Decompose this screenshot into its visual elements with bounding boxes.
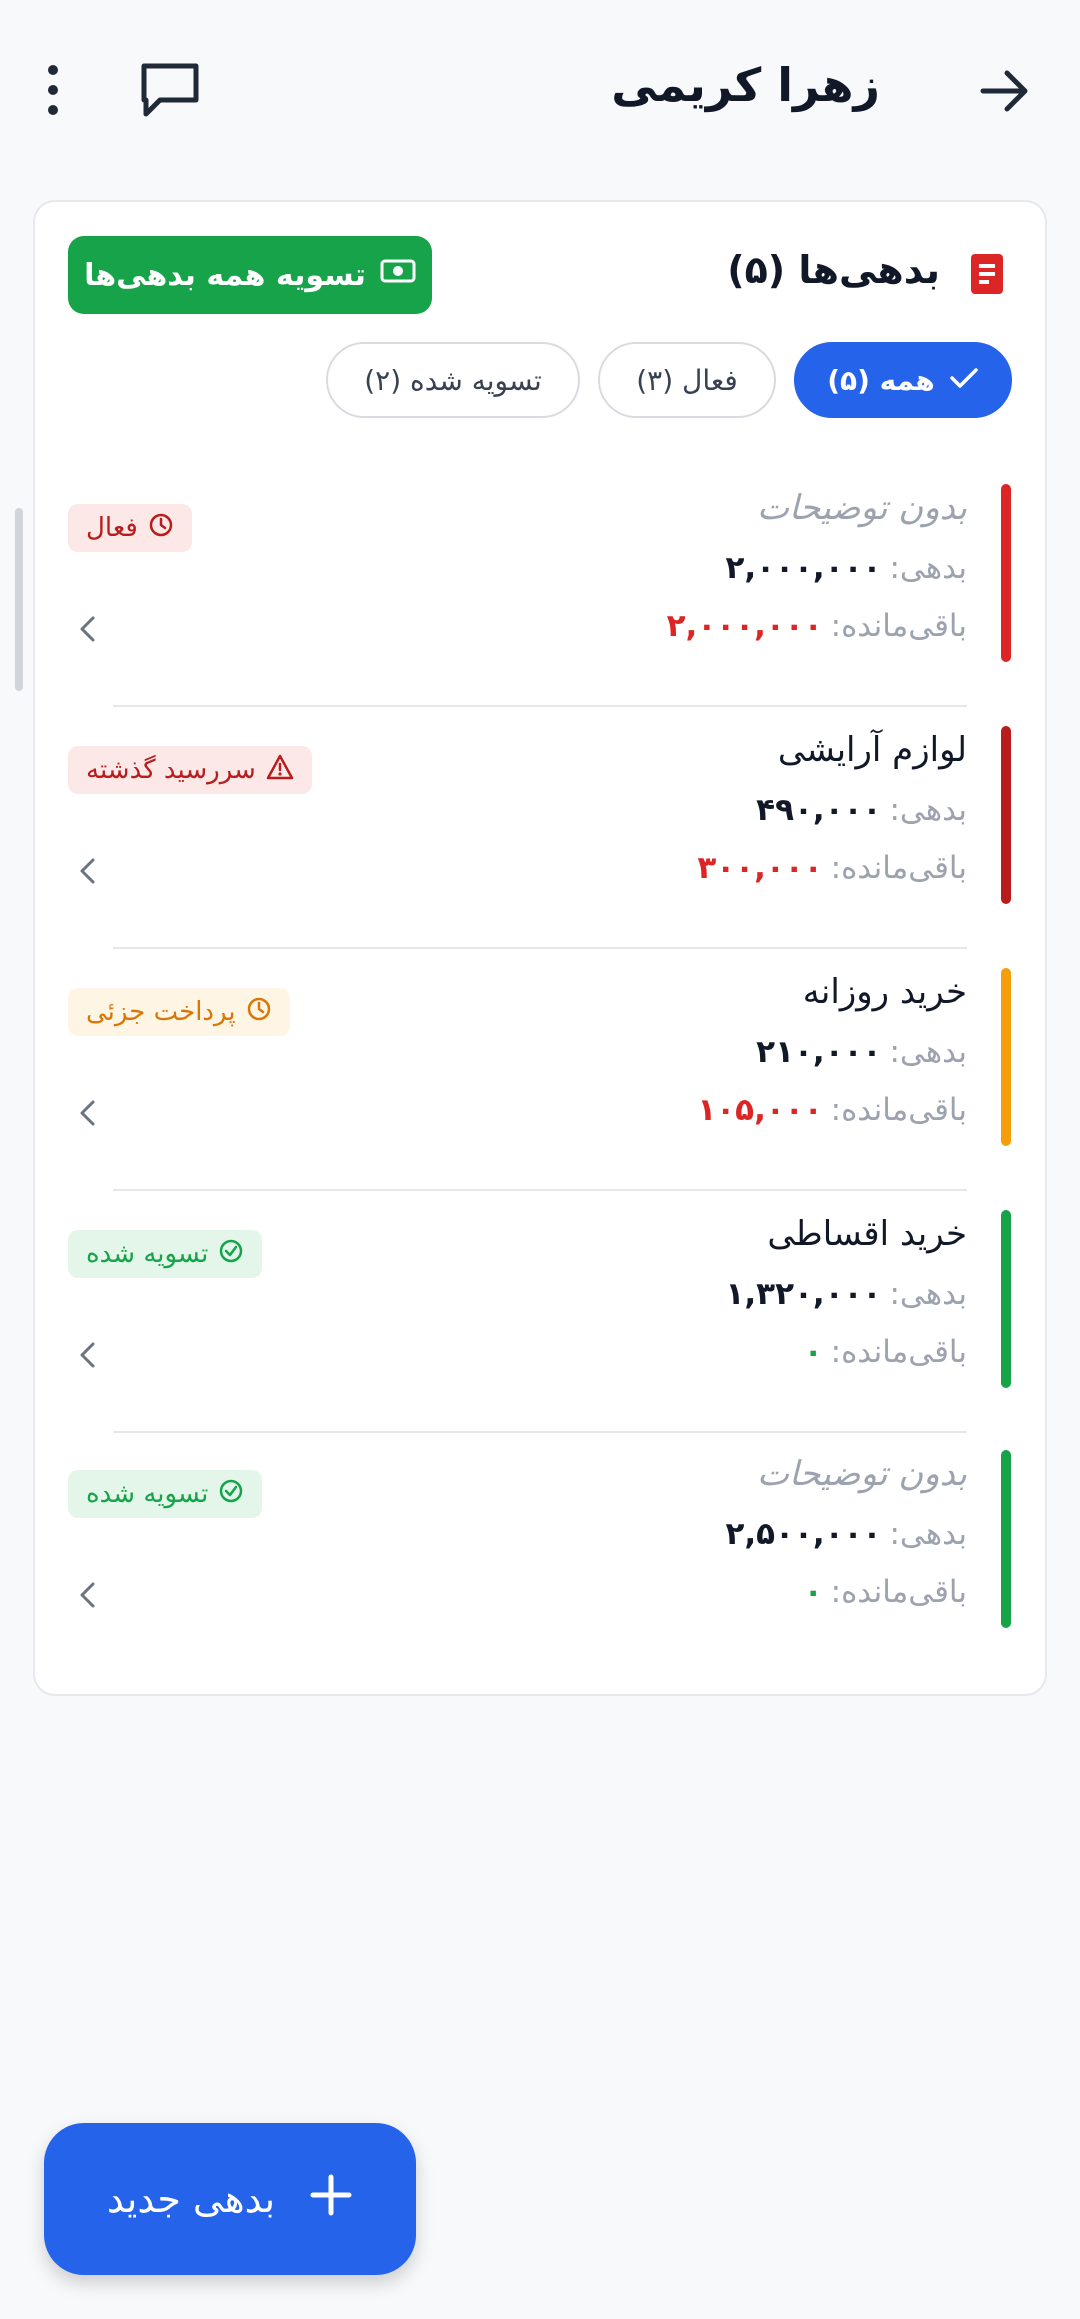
cash-icon — [380, 257, 416, 293]
debt-amount: ۲,۰۰۰,۰۰۰ — [725, 550, 882, 586]
check-circle-icon — [218, 1478, 244, 1511]
status-bar — [1001, 968, 1011, 1146]
remaining-amount: ۰ — [803, 1574, 823, 1610]
debt-description: بدون توضیحات — [757, 1454, 967, 1494]
more-vert-icon[interactable] — [36, 60, 70, 120]
back-arrow-icon[interactable] — [974, 60, 1036, 122]
remaining-amount: ۳۰۰,۰۰۰ — [697, 850, 823, 886]
debt-amount: ۴۹۰,۰۰۰ — [756, 792, 882, 828]
debt-amount-line: بدهی:۲۱۰,۰۰۰ — [756, 1034, 967, 1070]
clock-icon — [246, 996, 272, 1029]
chevron-left-icon[interactable] — [73, 1580, 103, 1610]
filter-chip-label: فعال (۳) — [636, 363, 738, 397]
new-debt-fab[interactable]: بدهی جدید — [44, 2123, 416, 2275]
status-badge: فعال — [68, 504, 192, 552]
chevron-left-icon[interactable] — [73, 1098, 103, 1128]
status-bar — [1001, 1210, 1011, 1388]
debt-label: بدهی: — [889, 792, 967, 828]
debt-description: لوازم آرایشی — [777, 730, 967, 770]
remaining-line: باقی‌مانده:۲,۰۰۰,۰۰۰ — [667, 608, 967, 644]
chevron-left-icon[interactable] — [73, 1340, 103, 1370]
remaining-label: باقی‌مانده: — [830, 850, 967, 886]
check-circle-icon — [218, 1238, 244, 1271]
status-badge: پرداخت جزئی — [68, 988, 290, 1036]
page-title: زهرا کریمی — [611, 58, 880, 112]
divider — [113, 947, 967, 949]
filter-chips: همه (۵) فعال (۳) تسویه شده (۲) — [326, 342, 1012, 418]
status-badge-label: فعال — [86, 513, 138, 543]
new-debt-label: بدهی جدید — [106, 2177, 276, 2221]
status-badge-label: تسویه شده — [86, 1479, 209, 1509]
settle-all-button[interactable]: تسویه همه بدهی‌ها — [68, 236, 432, 314]
debt-amount-line: بدهی:۱,۳۲۰,۰۰۰ — [725, 1276, 967, 1312]
debt-item[interactable]: خرید روزانه بدهی:۲۱۰,۰۰۰ باقی‌مانده:۱۰۵,… — [35, 968, 1045, 1168]
remaining-line: باقی‌مانده:۰ — [804, 1334, 967, 1370]
scrollbar[interactable] — [15, 508, 23, 691]
clock-icon — [148, 512, 174, 545]
status-badge-label: پرداخت جزئی — [86, 997, 236, 1027]
debt-item[interactable]: خرید اقساطی بدهی:۱,۳۲۰,۰۰۰ باقی‌مانده:۰ … — [35, 1210, 1045, 1410]
debt-amount: ۱,۳۲۰,۰۰۰ — [725, 1276, 882, 1312]
debt-label: بدهی: — [889, 1034, 967, 1070]
remaining-label: باقی‌مانده: — [830, 1092, 967, 1128]
debt-item[interactable]: بدون توضیحات بدهی:۲,۰۰۰,۰۰۰ باقی‌مانده:۲… — [35, 484, 1045, 684]
status-badge: سررسید گذشته — [68, 746, 312, 794]
remaining-label: باقی‌مانده: — [830, 1574, 967, 1610]
remaining-label: باقی‌مانده: — [830, 1334, 967, 1370]
debts-card: بدهی‌ها (۵) تسویه همه بدهی‌ها همه (۵) فع… — [33, 200, 1047, 1696]
divider — [113, 705, 967, 707]
status-bar — [1001, 1450, 1011, 1628]
chevron-left-icon[interactable] — [73, 614, 103, 644]
status-badge-label: تسویه شده — [86, 1239, 209, 1269]
remaining-amount: ۲,۰۰۰,۰۰۰ — [666, 608, 823, 644]
debt-label: بدهی: — [889, 550, 967, 586]
remaining-label: باقی‌مانده: — [830, 608, 967, 644]
filter-chip-label: تسویه شده (۲) — [364, 363, 542, 397]
remaining-line: باقی‌مانده:۳۰۰,۰۰۰ — [697, 850, 967, 886]
remaining-amount: ۰ — [803, 1334, 823, 1370]
debt-amount: ۲۱۰,۰۰۰ — [756, 1034, 882, 1070]
remaining-line: باقی‌مانده:۰ — [804, 1574, 967, 1610]
remaining-amount: ۱۰۵,۰۰۰ — [697, 1092, 823, 1128]
status-bar — [1001, 726, 1011, 904]
filter-chip-active[interactable]: فعال (۳) — [598, 342, 776, 418]
plus-icon — [309, 2173, 353, 2226]
status-bar — [1001, 484, 1011, 662]
filter-chip-all[interactable]: همه (۵) — [794, 342, 1012, 418]
debt-item[interactable]: لوازم آرایشی بدهی:۴۹۰,۰۰۰ باقی‌مانده:۳۰۰… — [35, 726, 1045, 926]
debt-item[interactable]: بدون توضیحات بدهی:۲,۵۰۰,۰۰۰ باقی‌مانده:۰… — [35, 1450, 1045, 1650]
debt-amount: ۲,۵۰۰,۰۰۰ — [725, 1516, 882, 1552]
filter-chip-label: همه (۵) — [827, 363, 935, 397]
section-title: بدهی‌ها (۵) — [727, 248, 940, 292]
status-badge: تسویه شده — [68, 1230, 263, 1278]
chevron-left-icon[interactable] — [73, 856, 103, 886]
debt-description: بدون توضیحات — [757, 488, 967, 528]
debt-amount-line: بدهی:۴۹۰,۰۰۰ — [756, 792, 967, 828]
top-app-bar: زهرا کریمی — [0, 0, 1080, 180]
settle-all-label: تسویه همه بدهی‌ها — [84, 257, 366, 293]
status-badge-label: سررسید گذشته — [86, 755, 256, 785]
status-badge: تسویه شده — [68, 1470, 263, 1518]
debt-label: بدهی: — [889, 1276, 967, 1312]
debt-description: خرید اقساطی — [767, 1214, 967, 1254]
chat-icon[interactable] — [138, 60, 202, 120]
remaining-line: باقی‌مانده:۱۰۵,۰۰۰ — [697, 1092, 967, 1128]
divider — [113, 1431, 967, 1433]
debt-description: خرید روزانه — [802, 972, 967, 1012]
check-icon — [949, 364, 979, 397]
warning-icon — [266, 754, 294, 787]
debt-amount-line: بدهی:۲,۵۰۰,۰۰۰ — [725, 1516, 967, 1552]
receipt-icon — [967, 252, 1007, 296]
divider — [113, 1189, 967, 1191]
debt-label: بدهی: — [889, 1516, 967, 1552]
debt-amount-line: بدهی:۲,۰۰۰,۰۰۰ — [725, 550, 967, 586]
filter-chip-settled[interactable]: تسویه شده (۲) — [326, 342, 580, 418]
card-header: بدهی‌ها (۵) تسویه همه بدهی‌ها — [35, 202, 1045, 322]
